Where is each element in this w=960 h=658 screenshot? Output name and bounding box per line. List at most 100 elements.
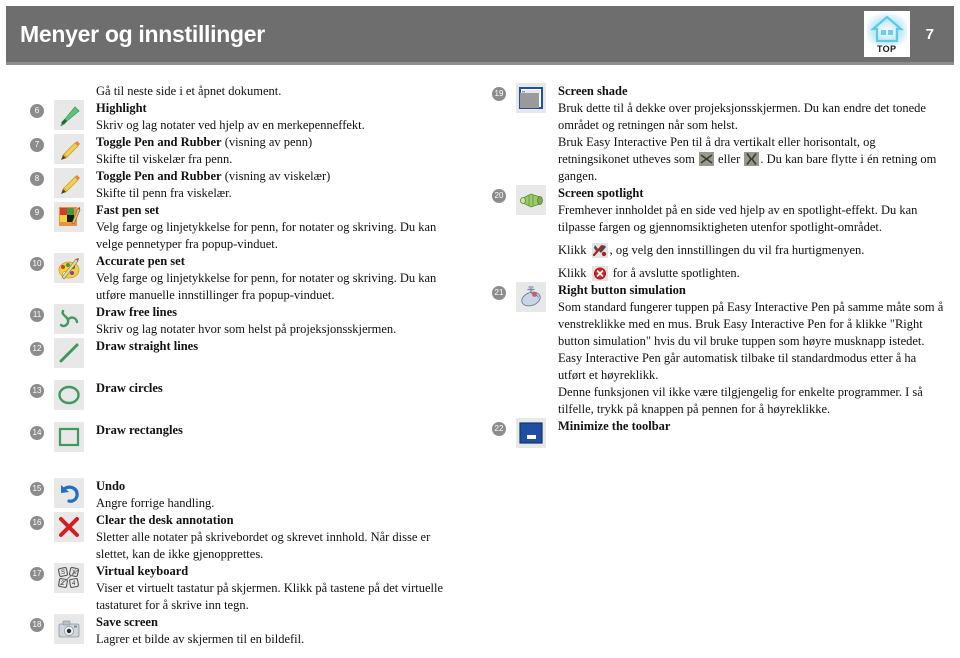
list-item[interactable]: 17 SX 24 Vi: [30, 563, 464, 614]
list-item[interactable]: 18 Save screen Lagrer et bilde av skjerm…: [30, 614, 464, 648]
list-item[interactable]: 7 Toggle Pen and Rubber (visning av penn…: [30, 134, 464, 168]
item-number-badge: 12: [30, 342, 44, 356]
item-title-main: Draw straight lines: [96, 339, 199, 353]
item-title: Accurate pen set: [96, 253, 464, 270]
page-header: Menyer og innstillinger TOP 7: [6, 6, 954, 62]
item-text: Draw circles: [96, 380, 464, 397]
item-description: Velg farge og linjetykkelse for penn, fo…: [96, 271, 437, 302]
list-item[interactable]: 14 Draw rectangles: [30, 422, 464, 452]
item-text: Draw rectangles: [96, 422, 464, 439]
item-description: Lagrer et bilde av skjermen til en bilde…: [96, 632, 305, 646]
item-title-main: Fast pen set: [96, 203, 160, 217]
item-title: Draw circles: [96, 380, 464, 397]
pencil-icon[interactable]: [54, 168, 84, 198]
highlighter-icon[interactable]: [54, 100, 84, 130]
item-title: Minimize the toolbar: [558, 418, 946, 435]
para-text-b: for å avslutte spotlighten.: [609, 266, 740, 280]
item-number-badge: 11: [30, 308, 44, 322]
description-paragraph-with-icons: Klikk for å avslutte spotlighten.: [558, 265, 946, 282]
virtual-keyboard-icon[interactable]: SX 24: [54, 563, 84, 593]
item-title-main: Minimize the toolbar: [558, 419, 671, 433]
list-item[interactable]: 22 Minimize the toolbar: [492, 418, 946, 448]
description-paragraph: Fremhever innholdet på en side ved hjelp…: [558, 203, 918, 234]
item-title-main: Screen spotlight: [558, 186, 644, 200]
save-screen-icon[interactable]: [54, 614, 84, 644]
list-item[interactable]: 10 Accurate pen set Velg farge og linjet…: [30, 253, 464, 304]
tools-icon[interactable]: [591, 243, 608, 258]
lead-text: Gå til neste side i et åpnet dokument.: [96, 84, 282, 98]
top-logo[interactable]: TOP: [863, 11, 910, 57]
item-number-badge: 13: [30, 384, 44, 398]
undo-icon[interactable]: [54, 478, 84, 508]
item-text: Toggle Pen and Rubber (visning av penn) …: [96, 134, 464, 168]
item-number-badge: 9: [30, 206, 44, 220]
item-title: Fast pen set: [96, 202, 464, 219]
list-item[interactable]: 13 Draw circles: [30, 380, 464, 410]
description-paragraph: Denne funksjonen vil ikke være tilgjenge…: [558, 385, 923, 416]
draw-free-lines-icon[interactable]: [54, 304, 84, 334]
item-title-main: Draw rectangles: [96, 423, 183, 437]
accurate-pen-set-icon[interactable]: [54, 253, 84, 283]
item-description: Angre forrige handling.: [96, 496, 215, 510]
list-item[interactable]: 6 Highlight Skriv og lag notater ved hje…: [30, 100, 464, 134]
list-item[interactable]: 9 Fast pen set Velg farge og linjetykkel…: [30, 202, 464, 253]
para-text-b: , og velg den innstillingen du vil fra h…: [609, 243, 865, 257]
list-item[interactable]: 12 Draw straight lines: [30, 338, 464, 368]
list-item[interactable]: 11 Draw free lines Skriv og lag notater …: [30, 304, 464, 338]
item-title-suffix: (visning av penn): [221, 135, 313, 149]
item-number-badge: 14: [30, 426, 44, 440]
list-item[interactable]: 8 Toggle Pen and Rubber (visning av visk…: [30, 168, 464, 202]
minimize-toolbar-icon[interactable]: [516, 418, 546, 448]
item-title-main: Draw free lines: [96, 305, 177, 319]
description-paragraph-with-icons: Klikk , og velg den innstillingen du vil…: [558, 242, 946, 259]
list-item[interactable]: 15 Undo Angre forrige handling.: [30, 478, 464, 512]
shade-vertical-icon[interactable]: [744, 152, 760, 166]
list-item[interactable]: 20 Screen spotlight Fremhever innholdet …: [492, 185, 946, 282]
draw-straight-lines-icon[interactable]: [54, 338, 84, 368]
draw-rectangles-icon[interactable]: [54, 422, 84, 452]
item-title: Draw rectangles: [96, 422, 464, 439]
pencil-icon[interactable]: [54, 134, 84, 164]
item-title: Save screen: [96, 614, 464, 631]
spotlight-icon[interactable]: [516, 185, 546, 215]
item-text: Fast pen set Velg farge og linjetykkelse…: [96, 202, 464, 253]
item-title: Virtual keyboard: [96, 563, 464, 580]
item-description: Som standard fungerer tuppen på Easy Int…: [558, 299, 946, 418]
fast-pen-set-icon[interactable]: [54, 202, 84, 232]
close-red-icon[interactable]: [591, 266, 608, 281]
item-title: Clear the desk annotation: [96, 512, 464, 529]
item-text: Right button simulation Som standard fun…: [558, 282, 946, 418]
description-paragraph: Som standard fungerer tuppen på Easy Int…: [558, 300, 944, 382]
item-number-badge: 6: [30, 104, 44, 118]
list-item[interactable]: 21 Right button simulation Som standard …: [492, 282, 946, 418]
item-text: Draw straight lines: [96, 338, 464, 355]
page-number: 7: [925, 25, 934, 43]
item-title-main: Highlight: [96, 101, 147, 115]
item-number-badge: 7: [30, 138, 44, 152]
item-title-main: Toggle Pen and Rubber: [96, 135, 222, 149]
item-description: Viser et virtuelt tastatur på skjermen. …: [96, 581, 444, 612]
item-number-badge: 20: [492, 189, 506, 203]
list-item[interactable]: 16 Clear the desk annotation Sletter all…: [30, 512, 464, 563]
item-title-main: Save screen: [96, 615, 158, 629]
item-title: Right button simulation: [558, 282, 946, 299]
clear-annotation-icon[interactable]: [54, 512, 84, 542]
item-text: Toggle Pen and Rubber (visning av viskel…: [96, 168, 464, 202]
item-number-badge: 22: [492, 422, 506, 436]
item-title-main: Clear the desk annotation: [96, 513, 234, 527]
item-text: Screen shade Bruk dette til å dekke over…: [558, 83, 946, 185]
content-area: Gå til neste side i et åpnet dokument. 6…: [0, 65, 960, 648]
item-title: Screen shade: [558, 83, 946, 100]
item-description: Velg farge og linjetykkelse for penn, fo…: [96, 220, 437, 251]
shade-horizontal-icon[interactable]: [698, 152, 714, 166]
item-title: Toggle Pen and Rubber (visning av viskel…: [96, 168, 464, 185]
screen-shade-icon[interactable]: [516, 83, 546, 113]
svg-text:4: 4: [72, 581, 76, 587]
item-title: Screen spotlight: [558, 185, 946, 202]
mouse-icon[interactable]: [516, 282, 546, 312]
draw-circles-icon[interactable]: [54, 380, 84, 410]
item-text: Save screen Lagrer et bilde av skjermen …: [96, 614, 464, 648]
list-item[interactable]: 19 Screen shade Bruk dette til å dekke o…: [492, 83, 946, 185]
left-lead-line: Gå til neste side i et åpnet dokument.: [30, 83, 464, 100]
